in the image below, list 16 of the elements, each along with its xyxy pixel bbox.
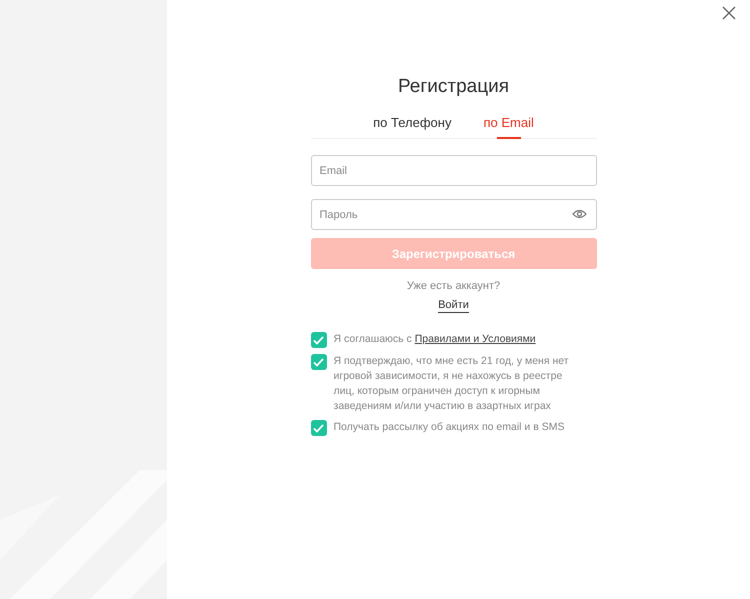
form-title: Регистрация [398, 76, 510, 98]
email-field[interactable]: Email [310, 155, 596, 186]
tab[interactable]: по Телефону [372, 112, 452, 138]
login-prompt: Уже есть аккаунт? [406, 280, 500, 292]
terms-link[interactable]: Правилами и Условиями [414, 333, 536, 345]
close-button[interactable] [720, 4, 738, 22]
checkbox[interactable] [310, 332, 326, 348]
eye-icon[interactable] [572, 209, 586, 219]
agreement-text: Я подтверждаю, что мне есть 21 год, у меня нет игровой зависимости, я не нахожусь в реестре лиц, которым ограничен доступ к игорным заведениям и/или участию в азартных играх [334, 354, 570, 414]
agreement-text: Получать рассылку об акциях по email и в SMS [334, 420, 564, 435]
checkbox[interactable] [310, 420, 326, 436]
tab[interactable]: по Email [482, 112, 535, 138]
agreement-text: Я соглашаюсь с Правилами и Условиями [334, 332, 536, 347]
checkbox[interactable] [310, 354, 326, 370]
password-field[interactable]: Пароль [310, 199, 596, 230]
login-link[interactable]: Войти [438, 299, 469, 313]
